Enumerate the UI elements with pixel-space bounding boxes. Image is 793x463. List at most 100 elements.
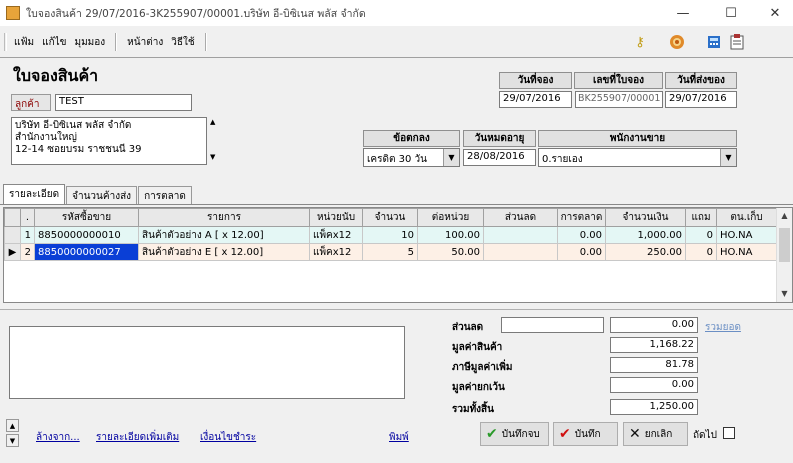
items-grid[interactable]: . รหัสซื้อขาย รายการ หน่วยนับ จำนวน ต่อห… <box>3 207 793 303</box>
row-indicator[interactable]: ▶ <box>4 243 21 261</box>
expire-date-field[interactable]: 28/08/2016 <box>463 149 536 166</box>
col-dot[interactable]: . <box>20 208 35 227</box>
window-title: ใบจองสินค้า 29/07/2016-3K255907/00001.บร… <box>26 7 366 20</box>
col-amount[interactable]: จำนวนเงิน <box>605 208 686 227</box>
row-indicator[interactable] <box>4 226 21 244</box>
cell-loc[interactable]: HO.NA <box>716 226 777 244</box>
cell-qty[interactable]: 5 <box>362 243 418 261</box>
discount-label: ส่วนลด <box>452 322 484 333</box>
close-button[interactable]: ✕ <box>754 0 793 26</box>
cell-price[interactable]: 50.00 <box>417 243 484 261</box>
clipboard-icon[interactable] <box>726 32 748 52</box>
total-discount-link[interactable]: รวมยอด <box>705 320 741 335</box>
grid-vertical-scrollbar[interactable]: ▲ ▼ <box>776 208 792 302</box>
check-icon: ✔ <box>486 426 498 442</box>
cell-disc[interactable] <box>483 226 558 244</box>
menu-grip <box>4 33 7 51</box>
scroll-down-icon[interactable]: ▼ <box>777 286 792 302</box>
save-button[interactable]: ✔ บันทึก <box>553 422 618 446</box>
maximize-button[interactable]: ☐ <box>710 0 752 26</box>
cell-code[interactable]: 8850000000010 <box>34 226 139 244</box>
menu-help[interactable]: วิธีใช้ <box>167 35 198 50</box>
cell-desc[interactable]: สินค้าตัวอย่าง A [ x 12.00] <box>138 226 310 244</box>
record-down-icon[interactable]: ▼ <box>6 434 19 447</box>
discount-input[interactable] <box>501 317 604 333</box>
address-scroll-up-icon[interactable]: ▲ <box>210 118 215 126</box>
menu-window[interactable]: หน้าต่าง <box>123 35 167 50</box>
cell-mkt[interactable]: 0.00 <box>557 243 606 261</box>
col-loc[interactable]: ตน.เก็บ <box>716 208 777 227</box>
cancel-button[interactable]: ✕ ยกเลิก <box>623 422 688 446</box>
next-label: ถัดไป <box>693 430 717 441</box>
copy-from-link[interactable]: ล้างจาก... <box>36 430 80 445</box>
chevron-down-icon[interactable]: ▼ <box>720 149 736 166</box>
cell-loc[interactable]: HO.NA <box>716 243 777 261</box>
address-box[interactable]: บริษัท อี-บิซิเนส พลัส จำกัด สำนักงานใหญ… <box>11 117 207 165</box>
col-price[interactable]: ต่อหน่วย <box>417 208 484 227</box>
booking-date-field[interactable]: 29/07/2016 <box>499 91 572 108</box>
record-up-icon[interactable]: ▲ <box>6 419 19 432</box>
cell-price[interactable]: 100.00 <box>417 226 484 244</box>
toolbar-divider <box>0 57 793 58</box>
ship-date-header: วันที่ส่งของ <box>665 72 737 89</box>
scroll-up-icon[interactable]: ▲ <box>777 208 792 224</box>
payment-terms-link[interactable]: เงื่อนไขชำระ <box>200 430 256 445</box>
more-details-link[interactable]: รายละเอียดเพิ่มเติม <box>96 430 179 445</box>
sales-select[interactable]: 0.รายเอง ▼ <box>538 148 737 167</box>
cell-unit[interactable]: แพ็คx12 <box>309 226 363 244</box>
col-code[interactable]: รหัสซื้อขาย <box>34 208 139 227</box>
calculator-icon[interactable] <box>703 32 725 52</box>
tab-marketing[interactable]: การตลาด <box>138 186 192 204</box>
menu-edit[interactable]: แก้ไข <box>38 35 70 50</box>
cell-free[interactable]: 0 <box>685 226 717 244</box>
save-finish-button[interactable]: ✔ บันทึกจบ <box>480 422 549 446</box>
booking-date-header: วันที่จอง <box>499 72 572 89</box>
next-checkbox[interactable] <box>723 427 735 439</box>
print-link[interactable]: พิมพ์ <box>389 430 409 445</box>
main-window: ใบจองสินค้า 29/07/2016-3K255907/00001.บร… <box>0 0 793 463</box>
target-icon[interactable] <box>666 32 688 52</box>
tab-pending[interactable]: จำนวนค้างส่ง <box>66 186 138 204</box>
col-free[interactable]: แถม <box>685 208 717 227</box>
terms-header: ข้อตกลง <box>363 130 460 147</box>
col-disc[interactable]: ส่วนลด <box>483 208 558 227</box>
cell-amount[interactable]: 250.00 <box>605 243 686 261</box>
scroll-thumb[interactable] <box>779 228 790 262</box>
remark-box[interactable] <box>9 326 405 399</box>
table-row[interactable]: ▶ 2 8850000000027 สินค้าตัวอย่าง E [ x 1… <box>4 243 777 261</box>
col-desc[interactable]: รายการ <box>138 208 310 227</box>
exempt-value: 0.00 <box>610 377 698 393</box>
menu-view[interactable]: มุมมอง <box>71 35 110 50</box>
terms-select[interactable]: เครดิต 30 วัน ▼ <box>363 148 460 167</box>
goods-value: 1,168.22 <box>610 337 698 353</box>
cell-qty[interactable]: 10 <box>362 226 418 244</box>
address-scroll-down-icon[interactable]: ▼ <box>210 153 215 161</box>
tab-details[interactable]: รายละเอียด <box>3 184 66 204</box>
sales-value: 0.รายเอง <box>542 154 583 165</box>
cell-amount[interactable]: 1,000.00 <box>605 226 686 244</box>
col-unit[interactable]: หน่วยนับ <box>309 208 363 227</box>
col-mkt[interactable]: การตลาด <box>557 208 606 227</box>
table-row[interactable]: 1 8850000000010 สินค้าตัวอย่าง A [ x 12.… <box>4 226 777 244</box>
grid-header-row: . รหัสซื้อขาย รายการ หน่วยนับ จำนวน ต่อห… <box>4 208 777 227</box>
cell-unit[interactable]: แพ็คx12 <box>309 243 363 261</box>
col-qty[interactable]: จำนวน <box>362 208 418 227</box>
red-check-icon: ✔ <box>559 426 571 442</box>
cancel-label: ยกเลิก <box>644 428 673 440</box>
cell-code[interactable]: 8850000000027 <box>34 243 139 261</box>
vat-value: 81.78 <box>610 357 698 373</box>
key-icon[interactable]: ⚷ <box>629 32 651 52</box>
ship-date-field[interactable]: 29/07/2016 <box>665 91 737 108</box>
chevron-down-icon[interactable]: ▼ <box>443 149 459 166</box>
minimize-button[interactable]: — <box>662 0 704 26</box>
doc-no-header: เลขที่ใบจอง <box>574 72 663 89</box>
customer-field[interactable]: TEST <box>55 94 192 111</box>
cell-free[interactable]: 0 <box>685 243 717 261</box>
cell-desc[interactable]: สินค้าตัวอย่าง E [ x 12.00] <box>138 243 310 261</box>
cell-disc[interactable] <box>483 243 558 261</box>
row-no: 1 <box>20 226 35 244</box>
customer-label: ลูกค้า <box>11 94 51 111</box>
cell-mkt[interactable]: 0.00 <box>557 226 606 244</box>
grand-total-label: รวมทั้งสิ้น <box>452 404 494 415</box>
menu-file[interactable]: แฟ้ม <box>10 35 38 50</box>
